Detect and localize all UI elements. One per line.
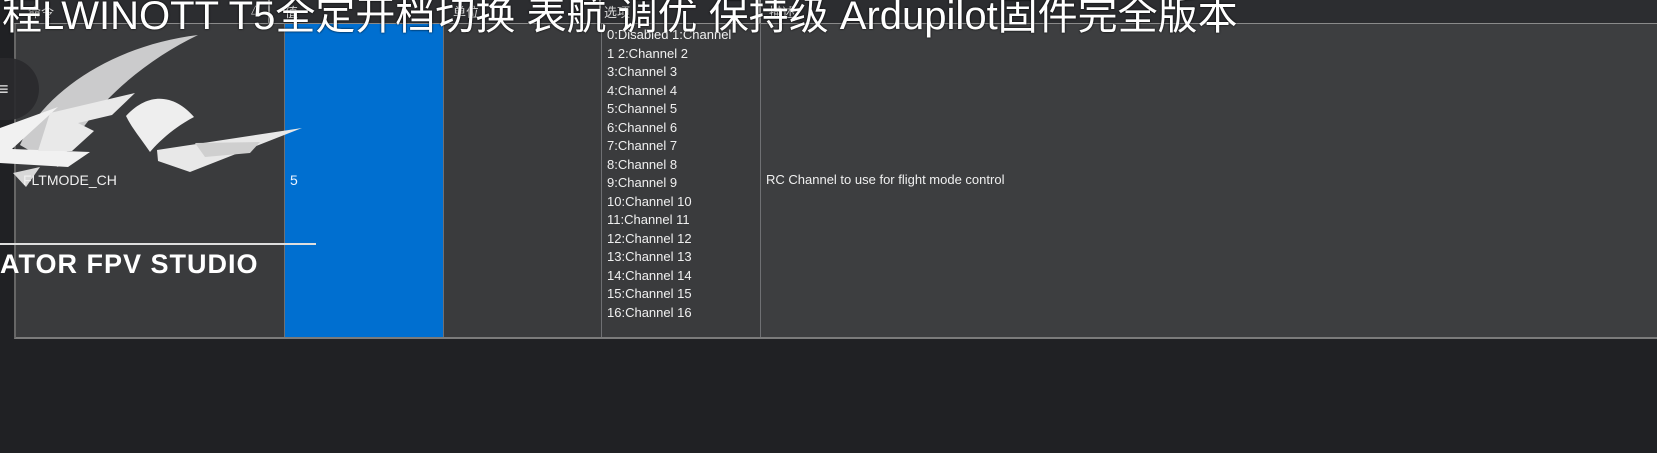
option-item: 4:Channel 4 — [607, 82, 678, 98]
option-item: 16:Channel 16 — [607, 304, 692, 320]
option-item: 8:Channel 8 — [607, 156, 678, 172]
options-cell[interactable]: 0:Disabled 1:Channel 1 2:Channel 2 3:Cha… — [602, 23, 761, 337]
parameter-value: 5 — [290, 172, 298, 188]
command-cell[interactable]: FLTMODE_CH — [16, 23, 285, 337]
option-item: 10:Channel 10 — [607, 193, 692, 209]
option-item: 1 2:Channel 2 — [607, 45, 688, 61]
option-item: 13:Channel 13 — [607, 249, 692, 264]
menu-icon: ≡ — [0, 79, 9, 99]
option-item: 3:Channel 3 — [607, 64, 678, 79]
option-item: 7:Channel 7 — [607, 138, 678, 153]
option-item: 11:Channel 11 — [607, 212, 690, 227]
option-item: 9:Channel 9 — [607, 175, 678, 190]
option-item: 15:Channel 15 — [607, 286, 692, 301]
parameter-description: RC Channel to use for flight mode contro… — [766, 172, 1005, 187]
option-item: 14:Channel 14 — [607, 267, 692, 283]
parameter-list-window: 程LWINOTT T5全定开档切换 表航 调优 保持级 Ardupilot固件完… — [0, 0, 1657, 453]
parameter-name: FLTMODE_CH — [23, 172, 117, 188]
option-list: 0:Disabled 1:Channel 1 2:Channel 2 3:Cha… — [607, 26, 757, 322]
description-cell[interactable]: RC Channel to use for flight mode contro… — [761, 23, 1657, 337]
option-item: 6:Channel 6 — [607, 119, 678, 135]
option-item: 12:Channel 12 — [607, 230, 692, 246]
studio-watermark-text: ATOR FPV STUDIO — [0, 249, 259, 279]
option-item: 5:Channel 5 — [607, 101, 678, 116]
unit-cell[interactable] — [444, 23, 602, 337]
logo-divider — [0, 243, 316, 245]
video-caption: 程LWINOTT T5全定开档切换 表航 调优 保持级 Ardupilot固件完… — [2, 0, 1238, 38]
value-cell[interactable]: 5 — [285, 23, 444, 337]
parameter-table: FLTMODE_CH 5 0:Disabled 1:Channel 1 2:Ch… — [14, 23, 1657, 339]
table-row[interactable]: FLTMODE_CH 5 0:Disabled 1:Channel 1 2:Ch… — [16, 23, 1657, 339]
